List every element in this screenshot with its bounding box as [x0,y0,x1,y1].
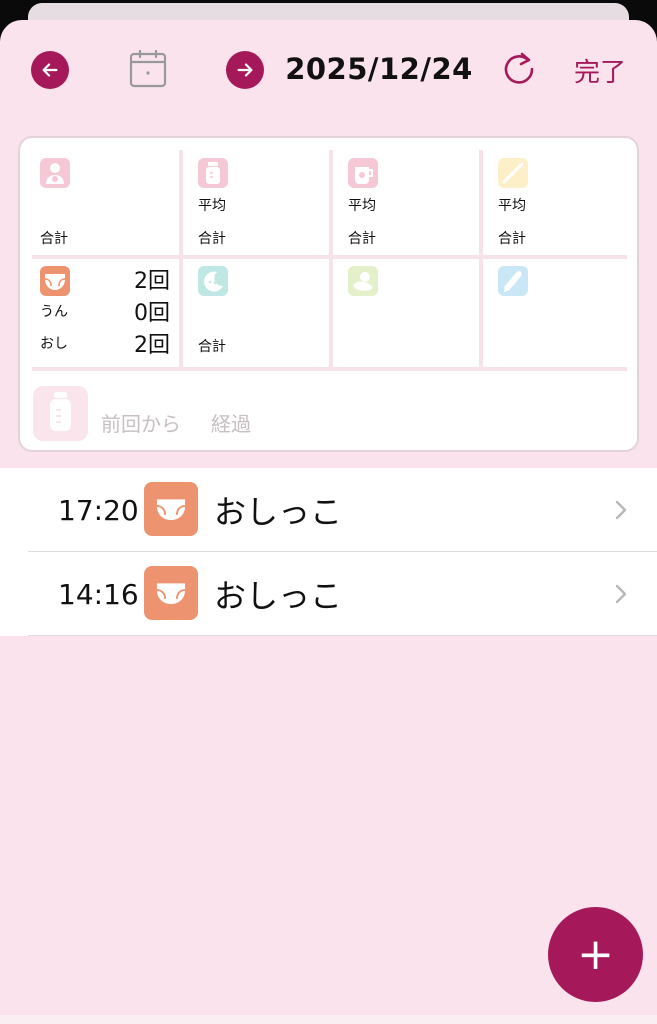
sleep-summary[interactable]: 合計 [190,260,330,360]
total-label: 合計 [198,339,226,355]
bottom-bar [0,1015,657,1024]
food-icon [498,158,528,188]
chevron-right-icon [615,584,627,604]
entry-time: 14:16 [58,577,139,611]
sleep-moon-icon [198,266,228,296]
pee-label: おし [40,336,68,352]
grid-divider [32,255,627,259]
nursing-icon [40,158,70,188]
temperature-summary[interactable] [490,260,630,360]
diaper-summary[interactable]: 2回 うん 0回 おし 2回 [32,260,172,360]
food-summary[interactable]: 平均 合計 [490,150,630,250]
bath-icon [348,266,378,296]
average-label: 平均 [198,198,226,214]
calendar-icon[interactable] [128,49,168,89]
pump-cup-icon [348,158,378,188]
arrow-left-icon [42,63,58,77]
poo-label: うん [40,304,68,320]
list-item[interactable]: 17:20 おしっこ [0,468,657,552]
elapsed-label: 経過 [211,412,251,436]
daily-summary-card: 合計 平均 合計 平均 合計 平均 合計 2回 うん 0回 おし 2回 合計 前… [18,136,639,452]
poo-row: うん 0回 [40,296,170,326]
entry-time: 17:20 [58,493,139,527]
grid-divider [32,367,627,371]
entry-label: おしっこ [214,577,343,615]
arrow-right-icon [237,63,253,77]
pee-value: 2回 [134,333,170,358]
list-item[interactable]: 14:16 おしっこ [0,552,657,636]
current-date: 2025/12/24 [285,52,473,86]
nursing-summary[interactable]: 合計 [32,150,172,250]
pee-row: おし 2回 [40,328,170,358]
done-button[interactable]: 完了 [570,52,630,88]
average-label: 平均 [498,198,526,214]
bottle-icon [198,158,228,188]
pump-summary[interactable]: 平均 合計 [340,150,480,250]
date-navigation: 2025/12/24 完了 [0,20,657,120]
daily-log-sheet: 2025/12/24 完了 合計 平均 合計 平均 合計 平均 合計 2回 うん… [0,20,657,1024]
bath-summary[interactable] [340,260,480,360]
chevron-right-icon [615,500,627,520]
add-entry-button[interactable]: + [548,907,643,1002]
grid-divider [179,150,183,368]
entry-list: 17:20 おしっこ 14:16 おしっこ [0,468,657,636]
entry-label: おしっこ [214,493,343,531]
diaper-icon [144,482,198,536]
diaper-icon [144,566,198,620]
plus-icon: + [577,928,614,980]
diaper-total-row: 2回 [40,264,170,294]
since-last-label: 前回から [101,412,181,436]
total-label: 合計 [40,231,68,247]
last-feed-bottle-icon [33,386,88,441]
milk-summary[interactable]: 平均 合計 [190,150,330,250]
next-day-button[interactable] [226,51,264,89]
total-label: 合計 [498,231,526,247]
poo-value: 0回 [134,301,170,326]
average-label: 平均 [348,198,376,214]
diaper-total-value: 2回 [134,269,170,294]
previous-day-button[interactable] [31,51,69,89]
row-divider [28,635,657,636]
refresh-icon[interactable] [500,50,538,88]
total-label: 合計 [348,231,376,247]
thermometer-icon [498,266,528,296]
total-label: 合計 [198,231,226,247]
